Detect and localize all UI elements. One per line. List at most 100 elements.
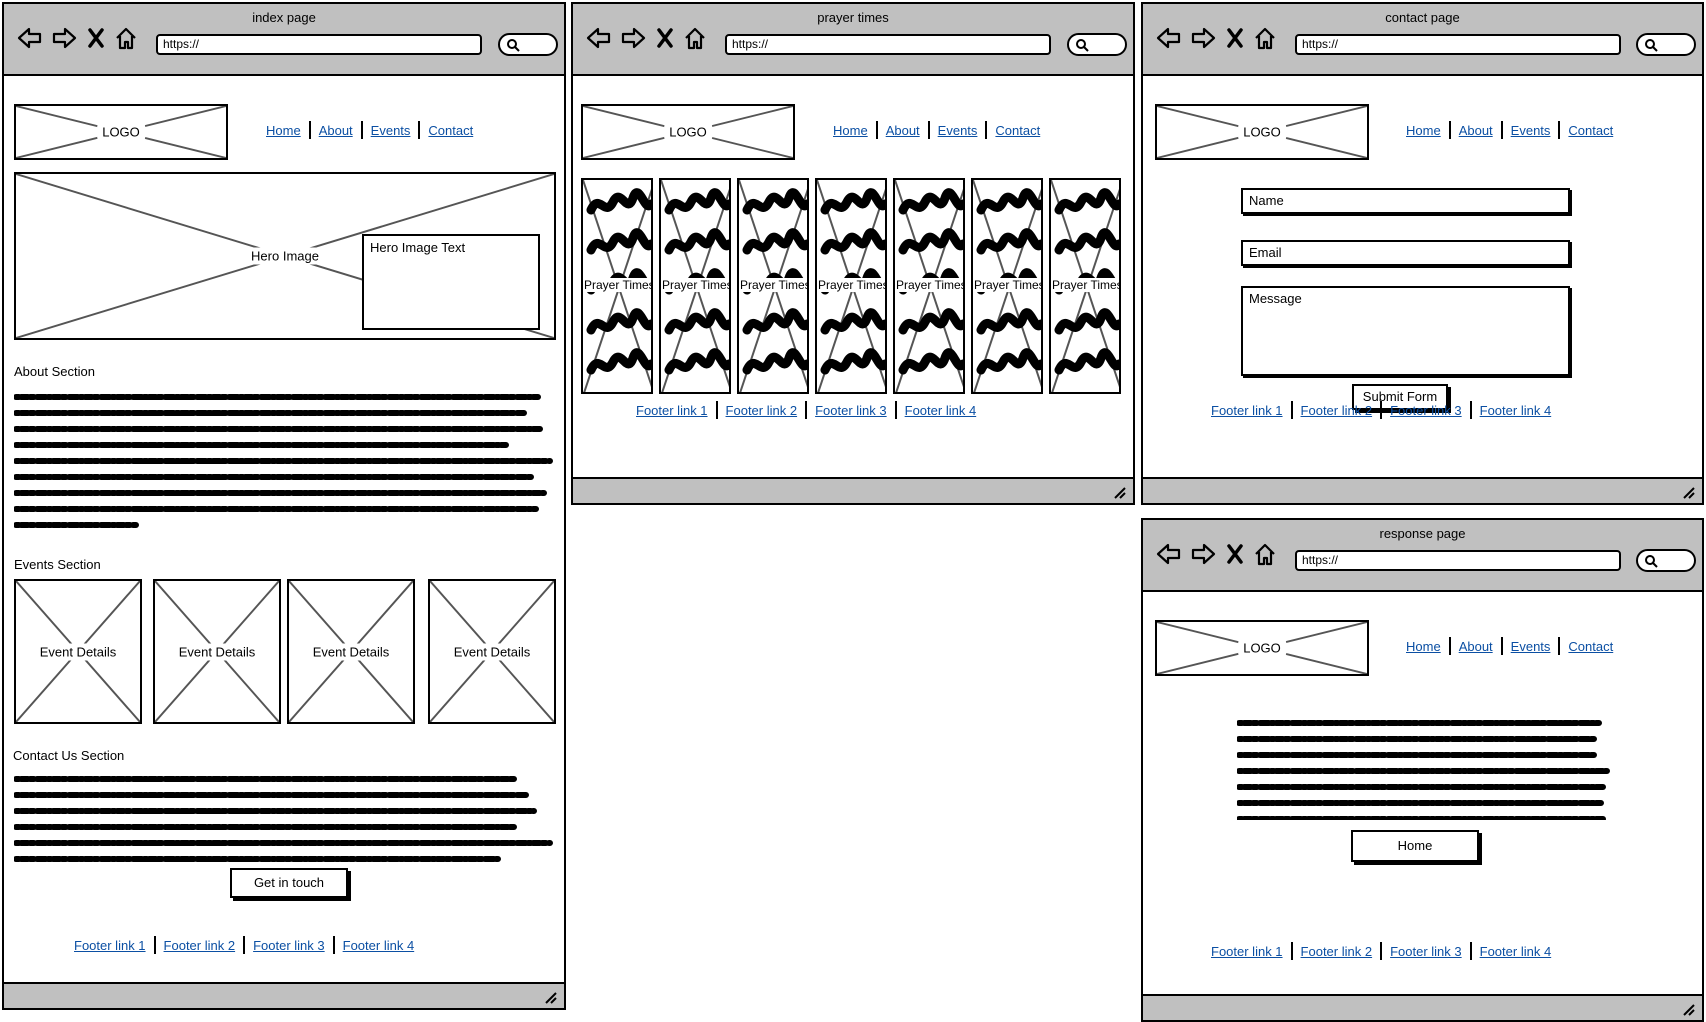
home-icon[interactable] [1253, 26, 1277, 50]
footer-link[interactable]: Footer link 4 [1480, 944, 1552, 959]
footer-link[interactable]: Footer link 2 [726, 403, 798, 418]
nav-link-events[interactable]: Events [1511, 123, 1551, 138]
divider [308, 121, 311, 139]
nav-link-contact[interactable]: Contact [428, 123, 473, 138]
name-field[interactable]: Name [1241, 188, 1570, 214]
nav-link-about[interactable]: About [319, 123, 353, 138]
home-icon[interactable] [1253, 542, 1277, 566]
footer-link[interactable]: Footer link 1 [1211, 944, 1283, 959]
event-card[interactable]: Event Details [14, 579, 142, 724]
logo[interactable]: LOGO [1155, 104, 1369, 160]
footer-link[interactable]: Footer link 4 [343, 938, 415, 953]
url-input[interactable]: https:// [1295, 34, 1621, 55]
nav-link-home[interactable]: Home [833, 123, 868, 138]
divider [1290, 401, 1293, 419]
forward-arrow-icon[interactable] [1189, 542, 1217, 566]
stop-icon[interactable] [1223, 26, 1247, 50]
browser-search-input[interactable] [1636, 33, 1696, 56]
logo[interactable]: LOGO [1155, 620, 1369, 676]
home-icon[interactable] [683, 26, 707, 50]
divider [805, 401, 808, 419]
browser-toolbar: contact page https:// [1143, 4, 1702, 76]
divider [875, 121, 878, 139]
footer-link[interactable]: Footer link 3 [1390, 944, 1462, 959]
footer-link[interactable]: Footer link 2 [164, 938, 236, 953]
footer-link[interactable]: Footer link 1 [1211, 403, 1283, 418]
nav-link-home[interactable]: Home [1406, 123, 1441, 138]
logo[interactable]: LOGO [14, 104, 228, 160]
response-page-window: response page https:// LOGO Home About E… [1141, 518, 1704, 1022]
nav-link-about[interactable]: About [1459, 123, 1493, 138]
back-arrow-icon[interactable] [1155, 26, 1183, 50]
footer-link[interactable]: Footer link 3 [1390, 403, 1462, 418]
footer-link[interactable]: Footer link 3 [253, 938, 325, 953]
message-field[interactable]: Message [1241, 286, 1570, 376]
resize-grip-icon[interactable] [1111, 484, 1127, 500]
index-page-window: index page https:// LOGO Home About Even… [2, 2, 566, 1010]
browser-search-input[interactable] [498, 33, 558, 56]
resize-grip-icon[interactable] [1680, 1001, 1696, 1017]
hero-text-box: Hero Image Text [362, 234, 540, 330]
email-field[interactable]: Email [1241, 240, 1570, 266]
home-button[interactable]: Home [1351, 830, 1479, 862]
search-icon [1645, 39, 1658, 52]
event-card[interactable]: Event Details [287, 579, 415, 724]
url-input[interactable]: https:// [725, 34, 1051, 55]
stop-icon[interactable] [653, 26, 677, 50]
footer-link[interactable]: Footer link 1 [636, 403, 708, 418]
status-bar [4, 982, 564, 1008]
get-in-touch-button[interactable]: Get in touch [230, 868, 348, 898]
back-arrow-icon[interactable] [1155, 542, 1183, 566]
footer-link[interactable]: Footer link 2 [1301, 944, 1373, 959]
nav-link-contact[interactable]: Contact [1568, 123, 1613, 138]
resize-grip-icon[interactable] [1680, 484, 1696, 500]
footer-link[interactable]: Footer link 3 [815, 403, 887, 418]
footer-link[interactable]: Footer link 1 [74, 938, 146, 953]
nav-link-about[interactable]: About [886, 123, 920, 138]
back-arrow-icon[interactable] [585, 26, 613, 50]
forward-arrow-icon[interactable] [619, 26, 647, 50]
main-nav: Home About Events Contact [1406, 121, 1613, 139]
event-card-label: Event Details [307, 643, 395, 660]
browser-search-input[interactable] [1636, 549, 1696, 572]
url-input[interactable]: https:// [156, 34, 482, 55]
footer-link[interactable]: Footer link 2 [1301, 403, 1373, 418]
resize-grip-icon[interactable] [542, 989, 558, 1005]
footer-nav: Footer link 1 Footer link 2 Footer link … [1211, 401, 1551, 419]
home-icon[interactable] [114, 26, 138, 50]
url-input[interactable]: https:// [1295, 550, 1621, 571]
forward-arrow-icon[interactable] [50, 26, 78, 50]
prayer-card-label: Prayer Times [739, 278, 807, 292]
nav-link-home[interactable]: Home [1406, 639, 1441, 654]
hero-image: Hero Image Hero Image Text [14, 172, 556, 340]
prayer-time-card: Prayer Times [1049, 178, 1121, 394]
about-heading: About Section [14, 364, 95, 379]
forward-arrow-icon[interactable] [1189, 26, 1217, 50]
event-card[interactable]: Event Details [153, 579, 281, 724]
browser-search-input[interactable] [1067, 33, 1127, 56]
footer-link[interactable]: Footer link 4 [1480, 403, 1552, 418]
scribble-paragraph [14, 776, 553, 862]
footer-link[interactable]: Footer link 4 [905, 403, 977, 418]
nav-link-events[interactable]: Events [1511, 639, 1551, 654]
contact-page-window: contact page https:// LOGO Home About Ev… [1141, 2, 1704, 505]
stop-icon[interactable] [1223, 542, 1247, 566]
events-heading: Events Section [14, 557, 101, 572]
search-icon [1645, 555, 1658, 568]
nav-link-home[interactable]: Home [266, 123, 301, 138]
hero-text: Hero Image Text [370, 240, 466, 255]
divider [1290, 942, 1293, 960]
nav-link-contact[interactable]: Contact [995, 123, 1040, 138]
event-card[interactable]: Event Details [428, 579, 556, 724]
nav-link-contact[interactable]: Contact [1568, 639, 1613, 654]
back-arrow-icon[interactable] [16, 26, 44, 50]
logo[interactable]: LOGO [581, 104, 795, 160]
nav-link-events[interactable]: Events [938, 123, 978, 138]
logo-label: LOGO [1238, 639, 1286, 657]
nav-link-events[interactable]: Events [371, 123, 411, 138]
footer-nav: Footer link 1 Footer link 2 Footer link … [74, 936, 414, 954]
nav-link-about[interactable]: About [1459, 639, 1493, 654]
browser-toolbar: prayer times https:// [573, 4, 1133, 76]
stop-icon[interactable] [84, 26, 108, 50]
divider [715, 401, 718, 419]
